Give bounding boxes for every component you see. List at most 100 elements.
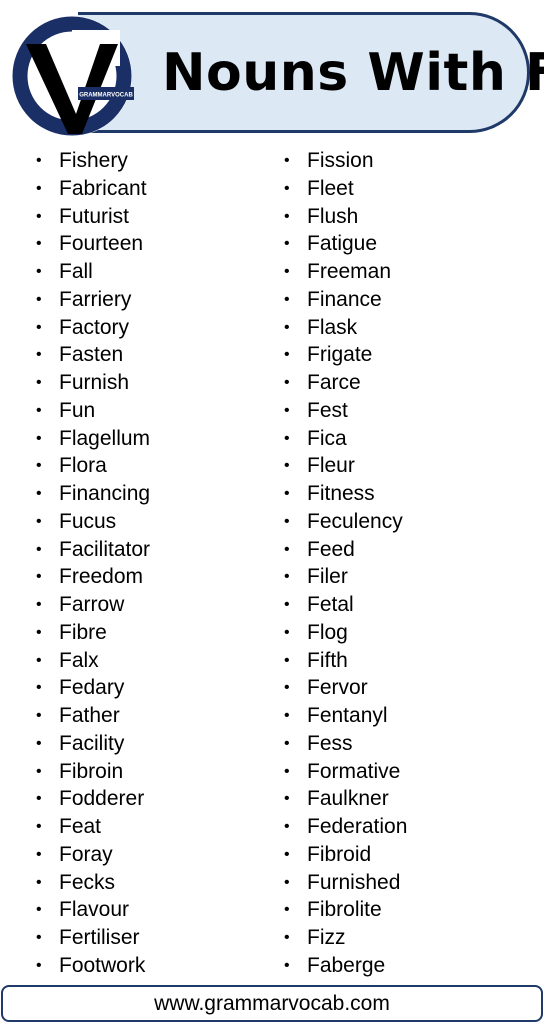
bullet-icon: •: [284, 179, 290, 197]
noun-text: Futurist: [59, 204, 130, 228]
noun-list-item: • Fasten: [36, 341, 150, 369]
noun-list-item: • Feat: [36, 813, 150, 841]
noun-text: Finance: [307, 287, 382, 311]
noun-list-item: • Farriery: [36, 286, 150, 314]
noun-list-item: • Father: [36, 702, 150, 730]
noun-text: Formative: [307, 759, 401, 783]
bullet-icon: •: [284, 429, 290, 447]
noun-list-item: • Feculency: [284, 508, 407, 536]
page-title: Nouns With F: [162, 43, 544, 103]
noun-text: Facility: [59, 731, 125, 755]
noun-list-item: • Fibroid: [284, 841, 407, 869]
noun-list-item: • Fourteen: [36, 230, 150, 258]
noun-text: Fertiliser: [59, 926, 140, 949]
noun-list-item: • Fishery: [36, 147, 150, 175]
noun-list-item: • Flagellum: [36, 425, 150, 453]
bullet-icon: •: [284, 457, 290, 475]
bullet-icon: •: [36, 679, 42, 697]
logo-text: GRAMMARVOCAB: [79, 93, 133, 99]
noun-text: Fucus: [59, 509, 117, 533]
noun-list-item: • Fission: [284, 147, 407, 175]
noun-list-item: • Factory: [36, 314, 150, 342]
noun-text: Falx: [59, 648, 99, 672]
noun-text: Filer: [307, 565, 348, 589]
noun-list-right: • Fission • Fleet • Flush • Fatigue • Freeman • Fin…: [284, 147, 407, 980]
noun-text: Freeman: [307, 260, 392, 283]
noun-text: Fibroid: [307, 842, 372, 866]
noun-text: Feculency: [307, 509, 403, 533]
bullet-icon: •: [284, 485, 290, 502]
bullet-icon: •: [36, 568, 42, 586]
noun-list-item: • Frigate: [284, 341, 407, 369]
bullet-icon: •: [36, 318, 42, 336]
bullet-icon: •: [284, 346, 290, 364]
noun-text: Furnished: [307, 870, 401, 894]
website-footer: www.grammarvocab.com: [1, 985, 543, 1022]
noun-list-item: • Formative: [284, 758, 407, 786]
noun-text: Farriery: [59, 287, 132, 311]
noun-text: Fetal: [307, 593, 354, 616]
noun-list-item: • Fatigue: [284, 230, 407, 258]
noun-list-item: • Fitness: [284, 480, 407, 508]
noun-list-item: • Facility: [36, 730, 150, 758]
noun-text: Financing: [59, 482, 151, 505]
bullet-icon: •: [284, 790, 290, 808]
noun-list-item: • Federation: [284, 813, 407, 841]
bullet-icon: •: [284, 512, 290, 530]
noun-text: Fibrolite: [307, 898, 382, 922]
grammarvocab-logo-icon: GRAMMARVOCAB: [12, 16, 134, 136]
noun-list-item: • Fetal: [284, 591, 407, 619]
bullet-icon: •: [36, 346, 42, 364]
noun-text: Frigate: [307, 343, 373, 367]
bullet-icon: •: [284, 235, 290, 253]
noun-text: Facilitator: [59, 537, 151, 561]
noun-list-item: • Fizz: [284, 924, 407, 952]
noun-list-item: • Fess: [284, 730, 407, 758]
noun-list-item: • Facilitator: [36, 536, 150, 564]
noun-list-item: • Fibre: [36, 619, 150, 647]
bullet-icon: •: [36, 485, 42, 502]
noun-list-item: • Flavour: [36, 896, 150, 924]
bullet-icon: •: [284, 679, 290, 697]
noun-list-item: • Financing: [36, 480, 150, 508]
noun-list-item: • Fica: [284, 425, 407, 453]
noun-text: Fleur: [307, 454, 355, 478]
noun-list-item: • Farce: [284, 369, 407, 397]
noun-list-item: • Fleet: [284, 175, 407, 203]
noun-text: Fibre: [59, 620, 107, 644]
noun-list-item: • Fecks: [36, 869, 150, 897]
noun-list-item: • Futurist: [36, 203, 150, 231]
noun-text: Fibroin: [59, 759, 124, 783]
bullet-icon: •: [284, 401, 290, 419]
bullet-icon: •: [36, 179, 42, 197]
bullet-icon: •: [36, 956, 42, 974]
bullet-icon: •: [36, 263, 42, 280]
bullet-icon: •: [36, 651, 42, 669]
noun-text: Fifth: [307, 648, 348, 672]
noun-list-item: • Fest: [284, 397, 407, 425]
noun-list-item: • Fibroin: [36, 758, 150, 786]
bullet-icon: •: [284, 651, 290, 669]
noun-list-item: • Fedary: [36, 674, 150, 702]
noun-list-item: • Faberge: [284, 952, 407, 980]
noun-list-item: • Fodderer: [36, 785, 150, 813]
bullet-icon: •: [36, 207, 42, 225]
noun-text: Fitness: [307, 482, 375, 505]
noun-list-item: • Flog: [284, 619, 407, 647]
bullet-icon: •: [284, 818, 290, 835]
bullet-icon: •: [36, 401, 42, 419]
noun-list-item: • Fifth: [284, 647, 407, 675]
noun-text: Flavour: [59, 898, 130, 922]
bullet-icon: •: [284, 707, 290, 724]
noun-text: Fission: [307, 149, 374, 172]
noun-text: Foray: [59, 842, 113, 866]
website-url: www.grammarvocab.com: [154, 992, 390, 1015]
noun-list-item: • Fabricant: [36, 175, 150, 203]
noun-text: Faberge: [307, 953, 386, 977]
bullet-icon: •: [36, 235, 42, 253]
noun-list-item: • Fibrolite: [284, 896, 407, 924]
noun-text: Fourteen: [59, 232, 144, 256]
noun-list-item: • Fervor: [284, 674, 407, 702]
noun-text: Fabricant: [59, 176, 147, 200]
bullet-icon: •: [284, 374, 290, 391]
